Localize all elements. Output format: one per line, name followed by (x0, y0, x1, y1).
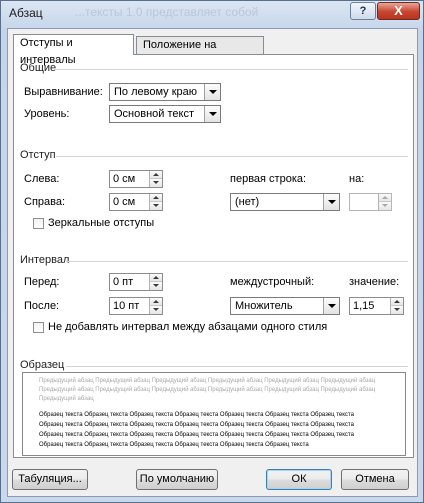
alignment-value: По левому краю (114, 86, 197, 98)
spacing-at-label: значение: (349, 276, 400, 288)
tab-panel: Общие Выравнивание: По левому краю Урове… (13, 54, 414, 458)
preview-previous-line: Предыдущий абзац (39, 396, 94, 402)
level-select[interactable]: Основной текст (109, 105, 221, 123)
spin-down-icon[interactable] (390, 306, 403, 314)
spacing-before-value: 0 пт (113, 276, 134, 288)
no-space-same-style-label[interactable]: Не добавлять интервал между абзацами одн… (48, 321, 327, 333)
indent-right-label: Справа: (24, 196, 66, 208)
first-line-select[interactable]: (нет) (230, 193, 340, 211)
spin-down-icon[interactable] (149, 306, 162, 314)
title-bar[interactable]: Абзац ...тексты 1.0 представляет собой ?… (1, 1, 423, 27)
spin-up-icon[interactable] (149, 274, 162, 282)
section-spacing-title: Интервал (20, 254, 70, 266)
ok-button[interactable]: ОК (266, 469, 332, 490)
spin-up-icon[interactable] (149, 171, 162, 179)
preview-sample-line: Образец текста Образец текста Образец те… (39, 432, 354, 438)
spacing-before-label: Перед: (24, 276, 60, 288)
set-default-button[interactable]: По умолчанию (136, 469, 218, 490)
indent-by-label: на: (349, 173, 365, 185)
spin-up-icon[interactable] (149, 298, 162, 306)
spin-down-icon[interactable] (378, 202, 391, 210)
tab-indents-spacing[interactable]: Отступы и интервалы (13, 34, 134, 66)
first-line-label: первая строка: (230, 173, 307, 185)
dialog-client-area: Отступы и интервалы Положение на страниц… (7, 28, 418, 497)
indent-left-label: Слева: (24, 173, 60, 185)
help-button[interactable]: ? (350, 2, 376, 20)
divider (54, 69, 408, 70)
spin-up-icon[interactable] (378, 194, 391, 202)
mirror-indents-label[interactable]: Зеркальные отступы (48, 217, 154, 229)
indent-left-stepper[interactable]: 0 см (109, 170, 163, 188)
spacing-after-label: После: (24, 300, 60, 312)
preview-sample-line: Образец текста Образец текста Образец те… (39, 422, 354, 428)
window-title: Абзац (9, 6, 43, 20)
spacing-at-value: 1,15 (353, 300, 375, 312)
chevron-down-icon[interactable] (323, 194, 339, 210)
section-preview-title: Образец (20, 359, 65, 371)
spacing-after-stepper[interactable]: 10 пт (109, 297, 163, 315)
preview-sample-line: Образец текста Образец текста Образец те… (39, 442, 309, 448)
spin-down-icon[interactable] (149, 179, 162, 187)
line-spacing-select[interactable]: Множитель (230, 297, 340, 315)
spacing-before-stepper[interactable]: 0 пт (109, 273, 163, 291)
spin-up-icon[interactable] (149, 194, 162, 202)
divider (66, 261, 408, 262)
preview-sample-line: Образец текста Образец текста Образец те… (39, 412, 354, 418)
mirror-indents-checkbox[interactable] (33, 218, 44, 229)
line-spacing-value: Множитель (235, 300, 293, 312)
dialog-window: Абзац ...тексты 1.0 представляет собой ?… (0, 0, 424, 503)
chevron-down-icon[interactable] (323, 298, 339, 314)
tabs-button[interactable]: Табуляция... (12, 469, 88, 490)
indent-right-value: 0 см (113, 196, 136, 208)
level-label: Уровень: (24, 108, 70, 120)
alignment-label: Выравнивание: (24, 86, 103, 98)
spin-up-icon[interactable] (390, 298, 403, 306)
first-line-value: (нет) (235, 196, 260, 208)
chevron-down-icon[interactable] (204, 84, 220, 100)
spacing-after-value: 10 пт (113, 300, 140, 312)
background-document-text: ...тексты 1.0 представляет собой (75, 5, 259, 19)
section-indent-title: Отступ (20, 149, 56, 161)
preview-box: Предыдущий абзац Предыдущий абзац Предыд… (22, 372, 406, 456)
no-space-same-style-checkbox[interactable] (33, 322, 44, 333)
level-value: Основной текст (114, 108, 194, 120)
chevron-down-icon[interactable] (204, 106, 220, 122)
indent-right-stepper[interactable]: 0 см (109, 193, 163, 211)
preview-previous-line: Предыдущий абзац Предыдущий абзац Предыд… (39, 378, 376, 384)
alignment-select[interactable]: По левому краю (109, 83, 221, 101)
preview-previous-line: Предыдущий абзац Предыдущий абзац Предыд… (39, 387, 376, 393)
cancel-button[interactable]: Отмена (341, 469, 409, 490)
divider (56, 156, 408, 157)
spin-down-icon[interactable] (149, 202, 162, 210)
indent-by-stepper[interactable] (349, 193, 392, 211)
spacing-at-stepper[interactable]: 1,15 (349, 297, 404, 315)
indent-left-value: 0 см (113, 173, 136, 185)
divider (66, 366, 408, 367)
close-button[interactable]: X (377, 2, 420, 20)
spin-down-icon[interactable] (149, 282, 162, 290)
tab-line-page-breaks[interactable]: Положение на странице (136, 36, 264, 68)
line-spacing-label: междустрочный: (230, 276, 315, 288)
